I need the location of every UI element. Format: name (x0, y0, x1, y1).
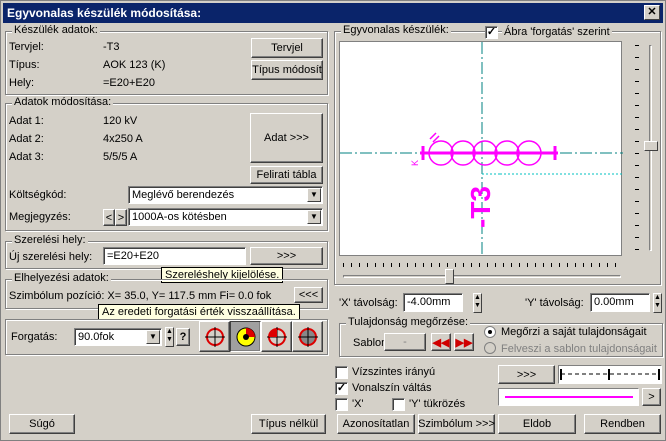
template-prev-icon[interactable]: ◀◀ (431, 333, 451, 351)
location-label: Hely: (9, 77, 35, 89)
template-next-icon[interactable]: ▶▶ (454, 333, 474, 351)
linecolor-checkbox[interactable]: ✓ (335, 382, 348, 395)
property-legend: Tulajdonság megőrzése: (346, 316, 471, 328)
dialog-window: Egyvonalas készülék módosítása: ✕ Készül… (0, 0, 666, 441)
window-title: Egyvonalas készülék módosítása: (7, 6, 202, 20)
adat2-label: Adat 2: (9, 133, 44, 145)
cost-code-value: Meglévő berendezés (132, 189, 235, 201)
preview-legend: Egyvonalas készülék: (341, 24, 451, 36)
symbol-designation-text: -T3 (465, 186, 496, 228)
horizontal-slider-track (343, 275, 621, 278)
horizontal-slider[interactable] (343, 263, 621, 285)
felirati-tabla-button[interactable]: Felirati tábla (250, 166, 323, 184)
cost-code-label: Költségkód: (9, 189, 67, 201)
tervjel-value: -T3 (103, 41, 120, 53)
adat-button[interactable]: Adat >>> (250, 113, 323, 163)
title-bar: Egyvonalas készülék módosítása: ✕ (3, 3, 663, 23)
note-dropdown-icon[interactable]: ▼ (307, 210, 321, 224)
help-button[interactable]: Súgó (9, 414, 75, 434)
line-color-swatch (505, 396, 633, 398)
adat3-value: 5/5/5 A (103, 151, 138, 163)
location-value: =E20+E20 (103, 77, 155, 89)
rotate-270-icon[interactable] (292, 321, 323, 352)
rotation-spinner[interactable]: ▲ ▼ (165, 327, 174, 347)
installation-legend: Szerelési hely: (12, 234, 88, 246)
close-button[interactable]: ✕ (644, 5, 660, 20)
discard-button[interactable]: Eldob (498, 414, 576, 434)
line-color-button[interactable]: > (642, 388, 661, 406)
cost-code-dropdown-icon[interactable]: ▼ (307, 188, 321, 202)
type-modify-button[interactable]: Típus módosít (251, 60, 323, 80)
rotate-figure-label: Ábra 'forgatás' szerint (502, 26, 612, 38)
horizontal-label: Vízszintes irányú (352, 366, 436, 378)
adat1-label: Adat 1: (9, 115, 44, 127)
data-modify-legend: Adatok módosítása: (12, 96, 114, 108)
rotate-figure-checkbox[interactable]: ✓ (485, 26, 498, 39)
installation-select-button[interactable]: >>> (250, 247, 323, 265)
reset-rotation-button[interactable]: <<< (294, 287, 323, 303)
take-template-radio (484, 342, 496, 354)
x-distance-field[interactable]: -4.00mm (403, 293, 463, 312)
rotation-dropdown-icon[interactable]: ▼ (146, 330, 160, 344)
take-template-label: Felveszi a sablon tulajdonságait (501, 343, 657, 355)
horizontal-checkbox[interactable] (335, 366, 348, 379)
x-mirror-checkbox[interactable] (335, 398, 348, 411)
new-installation-field[interactable]: =E20+E20 (103, 247, 246, 265)
note-label: Megjegyzés: (9, 211, 71, 223)
placement-legend: Elhelyezési adatok: (12, 272, 111, 284)
no-type-button[interactable]: Típus nélkül (251, 414, 326, 434)
symbol-position-text: Szimbólum pozíció: X= 35.0, Y= 117.5 mm … (9, 290, 272, 302)
rotation-value: 90.0fok (78, 331, 115, 343)
tervjel-label: Tervjel: (9, 41, 44, 53)
ok-button[interactable]: Rendben (584, 414, 661, 434)
x-mirror-label: 'X' (352, 398, 364, 410)
rotation-help-button[interactable]: ? (176, 328, 190, 346)
note-value: 1000A-os kötésben (132, 211, 227, 223)
horizontal-slider-ticks (343, 263, 621, 267)
type-label: Típus: (9, 59, 40, 71)
y-distance-field[interactable]: 0.00mm (590, 293, 650, 312)
rotate-0-icon[interactable] (199, 321, 230, 352)
y-distance-label: 'Y' távolság: (525, 297, 584, 309)
symbol-preview-canvas: K -T3 (339, 41, 623, 257)
y-mirror-label: 'Y' tükrözés (409, 398, 466, 410)
x-distance-spinner[interactable]: ▲ ▼ (473, 293, 482, 313)
type-value: AOK 123 (K) (103, 59, 166, 71)
adat1-value: 120 kV (103, 115, 138, 127)
rotate-90-icon[interactable] (230, 321, 261, 352)
horizontal-slider-thumb[interactable] (445, 269, 454, 284)
new-installation-label: Új szerelési hely: (9, 251, 93, 263)
symbol-side-label: K (410, 160, 420, 166)
vertical-slider[interactable] (644, 45, 658, 251)
adat3-label: Adat 3: (9, 151, 44, 163)
x-distance-label: 'X' távolság: (339, 297, 398, 309)
linecolor-label: Vonalszín váltás (352, 382, 432, 394)
symbol-button[interactable]: Szimbólum >>> (418, 414, 495, 434)
line-color-preview (498, 388, 639, 406)
adat2-value: 4x250 A (103, 133, 143, 145)
note-select[interactable]: 1000A-os kötésben ▼ (128, 208, 323, 226)
rotate-180-icon[interactable] (261, 321, 292, 352)
tervjel-button[interactable]: Tervjel (251, 38, 323, 58)
note-next-button[interactable]: > (115, 209, 127, 226)
y-distance-spinner[interactable]: ▲ ▼ (653, 293, 662, 313)
linestyle-preview (558, 365, 662, 384)
cost-code-select[interactable]: Meglévő berendezés ▼ (128, 186, 323, 204)
template-value-button[interactable]: - (384, 333, 426, 351)
rotation-select[interactable]: 90.0fok ▼ (74, 328, 162, 346)
note-prev-button[interactable]: < (103, 209, 115, 226)
device-data-legend: Készülék adatok: (12, 24, 100, 36)
y-mirror-checkbox[interactable] (392, 398, 405, 411)
rotation-label: Forgatás: (11, 331, 58, 343)
reset-rotation-tooltip: Az eredeti forgatási érték visszaállítás… (98, 304, 300, 320)
keep-properties-label: Megőrzi a saját tulajdonságait (501, 326, 647, 338)
vertical-slider-ticks (635, 45, 639, 251)
more-options-button[interactable]: >>> (498, 365, 555, 384)
unidentified-button[interactable]: Azonosítatlan (337, 414, 415, 434)
keep-properties-radio[interactable] (484, 326, 496, 338)
vertical-slider-thumb[interactable] (644, 141, 658, 151)
